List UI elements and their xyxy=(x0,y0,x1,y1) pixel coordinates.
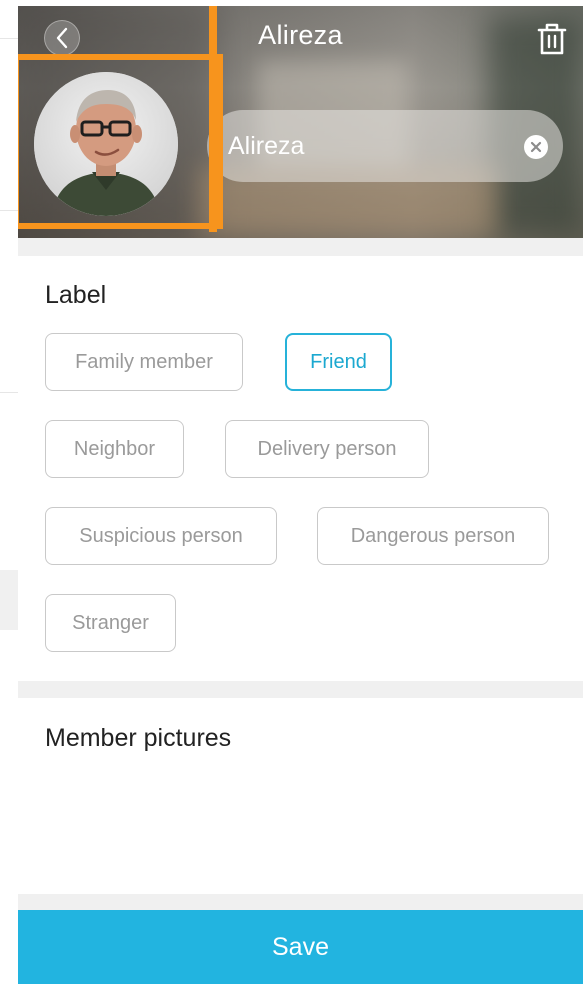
delete-button[interactable] xyxy=(536,22,568,56)
highlight-annotation-box xyxy=(18,54,223,229)
trash-icon xyxy=(537,23,567,55)
label-chip-family-member[interactable]: Family member xyxy=(45,333,243,391)
member-pictures-title: Member pictures xyxy=(45,724,232,752)
clear-name-button[interactable] xyxy=(524,135,548,159)
background-divider xyxy=(0,38,18,39)
label-chip-dangerous-person[interactable]: Dangerous person xyxy=(317,507,549,565)
background-screen-edge xyxy=(0,0,18,984)
section-divider xyxy=(18,238,583,256)
label-chip-delivery-person[interactable]: Delivery person xyxy=(225,420,429,478)
label-chip-friend[interactable]: Friend xyxy=(285,333,392,391)
save-button[interactable]: Save xyxy=(18,910,583,984)
background-divider xyxy=(0,392,18,393)
background-panel xyxy=(0,570,18,630)
label-chip-neighbor[interactable]: Neighbor xyxy=(45,420,184,478)
label-section-title: Label xyxy=(45,281,107,309)
label-chip-stranger[interactable]: Stranger xyxy=(45,594,176,652)
page-title: Alireza xyxy=(258,20,343,50)
section-divider xyxy=(18,681,583,698)
clear-circle-icon xyxy=(530,141,542,153)
section-divider xyxy=(18,894,583,910)
edit-member-screen: Alireza Alireza Label Family member Frie… xyxy=(18,6,583,984)
label-chip-suspicious-person[interactable]: Suspicious person xyxy=(45,507,277,565)
name-input-value: Alireza xyxy=(228,132,305,160)
background-divider xyxy=(0,210,18,211)
